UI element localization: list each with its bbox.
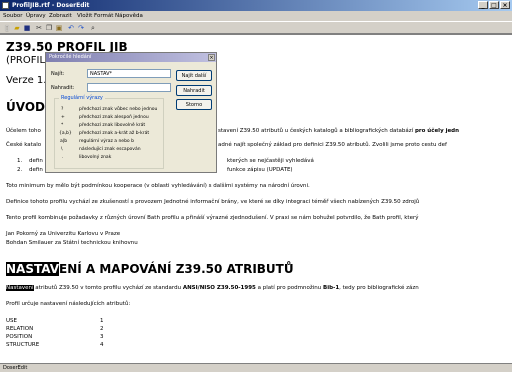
list-item-1-start: defin	[29, 158, 43, 164]
regex-symbol: \	[61, 147, 63, 152]
attr-value: 3	[100, 334, 104, 340]
search-highlight: NASTAV	[6, 262, 59, 276]
menu-bar: Soubor Úpravy Zobrazit Vložit Formát Náp…	[0, 11, 512, 21]
replace-input[interactable]	[87, 83, 171, 92]
open-folder-icon[interactable]: ▰	[13, 24, 21, 32]
advanced-search-dialog: Pokročilé hledání × Najít: NASTAV* Nahra…	[45, 52, 217, 173]
regex-symbol: a|b	[60, 139, 68, 144]
para-2-start: České katalo	[6, 142, 42, 148]
regex-description: předchozí znak libovolně krát	[79, 123, 146, 128]
attr-name: STRUCTURE	[6, 342, 40, 348]
author-1: Jan Pokorný za Univerzitu Karlovu v Praz…	[6, 231, 121, 237]
copy-icon[interactable]: ❐	[45, 24, 53, 32]
attr-value: 4	[100, 342, 104, 348]
doc-subtitle: (PROFIL	[6, 55, 46, 66]
find-input[interactable]: NASTAV*	[87, 69, 171, 78]
redo-icon[interactable]: ↷	[77, 24, 85, 32]
list-item-2-end: funkce zápisu (UPDATE)	[227, 167, 293, 173]
save-icon[interactable]: ■	[23, 24, 31, 32]
regex-description: libovolný znak	[79, 155, 112, 160]
regex-group: Regulární výrazy ? předchozí znak vůbec …	[54, 95, 164, 169]
dialog-title: Pokročilé hledání	[46, 53, 216, 62]
attr-value: 2	[100, 326, 104, 332]
para-4: Definice tohoto profilu vychází ze zkuše…	[6, 199, 420, 205]
maximize-button[interactable]: □	[489, 1, 499, 9]
regex-symbol: {a,b}	[59, 131, 72, 136]
list-item-1-num: 1.	[17, 158, 23, 164]
find-next-button[interactable]: Najít další	[176, 70, 212, 81]
para-5: Tento profil kombinuje požadavky z různý…	[6, 215, 419, 221]
list-item-2-start: defin	[29, 167, 43, 173]
menu-help[interactable]: Nápověda	[115, 11, 143, 21]
cancel-button[interactable]: Storno	[176, 99, 212, 110]
dialog-close-button[interactable]: ×	[208, 54, 215, 61]
attr-name: POSITION	[6, 334, 33, 340]
regex-symbol: .	[62, 155, 64, 160]
menu-view[interactable]: Zobrazit	[49, 11, 72, 21]
paste-icon[interactable]: ▣	[55, 24, 63, 32]
menu-edit[interactable]: Úpravy	[26, 11, 46, 21]
section-uvod: ÚVOD	[6, 100, 45, 114]
regex-symbol: +	[61, 115, 65, 120]
regex-description: následující znak escapován	[79, 147, 141, 152]
author-2: Bohdan Smilauer za Státní technickou kni…	[6, 240, 138, 246]
title-bar: ProfilJIB.rtf - DoserEdit _ □ ×	[0, 0, 512, 11]
attr-name: RELATION	[6, 326, 34, 332]
regex-group-title: Regulární výrazy	[59, 95, 105, 101]
find-icon[interactable]: ⌕	[89, 24, 97, 32]
para-7: Profil určuje nastavení následujících at…	[6, 301, 131, 307]
undo-icon[interactable]: ↶	[67, 24, 75, 32]
menu-format[interactable]: Formát	[94, 11, 113, 21]
list-item-1-end: kterých se nejčastěji vyhledává	[227, 158, 314, 164]
regex-description: předchozí znak vůbec nebo jednou	[79, 107, 158, 112]
find-label: Najít:	[51, 71, 65, 77]
app-icon	[2, 2, 9, 9]
para-1-end: stavení Z39.50 atributů u českých katalo…	[218, 128, 460, 134]
cut-icon[interactable]: ✂	[35, 24, 43, 32]
para-1-start: Účelem toho	[6, 128, 41, 134]
regex-symbol: ?	[61, 107, 64, 112]
replace-button[interactable]: Nahradit	[176, 85, 212, 96]
window-title: ProfilJIB.rtf - DoserEdit	[12, 2, 90, 9]
para-6: Nastavení atributů Z39.50 v tomto profil…	[6, 285, 419, 291]
status-bar: DoserEdit	[0, 363, 512, 371]
attr-value: 1	[100, 318, 104, 324]
menu-insert[interactable]: Vložit	[77, 11, 92, 21]
new-file-icon[interactable]: ▯	[3, 24, 11, 32]
menu-file[interactable]: Soubor	[3, 11, 22, 21]
section-nastaveni: NASTAVENÍ A MAPOVÁNÍ Z39.50 ATRIBUTŮ	[6, 262, 294, 276]
attr-name: USE	[6, 318, 17, 324]
para-3: Toto minimum by mělo být podmínkou koope…	[6, 183, 310, 189]
minimize-button[interactable]: _	[478, 1, 488, 9]
regex-description: předchozí znak a-krát až b-krát	[79, 131, 150, 136]
para-2-end: adné najít společný základ pro definici …	[218, 142, 447, 148]
doc-version: Verze 1.	[6, 75, 47, 86]
list-item-2-num: 2.	[17, 167, 23, 173]
regex-description: předchozí znak alespoň jednou	[79, 115, 149, 120]
regex-symbol: *	[61, 123, 64, 128]
replace-label: Nahradit:	[51, 85, 75, 91]
close-button[interactable]: ×	[500, 1, 510, 9]
regex-description: regulární výraz a nebo b	[79, 139, 134, 144]
toolbar: ▯ ▰ ■ ✂ ❐ ▣ ↶ ↷ ⌕	[0, 21, 512, 34]
